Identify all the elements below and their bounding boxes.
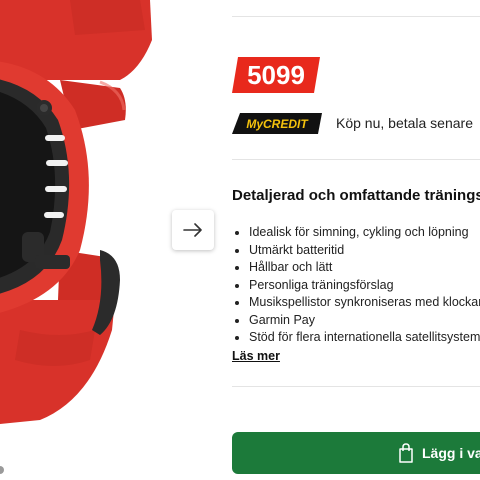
feature-item: Musikspellistor synkroniseras med klocka…	[232, 294, 480, 312]
feature-item: Idealisk för simning, cykling och löpnin…	[232, 224, 480, 242]
feature-list: Idealisk för simning, cykling och löpnin…	[232, 224, 480, 347]
mycredit-logo: MyCREDIT	[232, 113, 322, 134]
mycredit-logo-text: MyCREDIT	[246, 116, 308, 131]
add-to-cart-label: Lägg i va	[422, 445, 480, 461]
shopping-bag-icon	[398, 443, 414, 463]
add-to-cart-button[interactable]: Lägg i va	[232, 432, 480, 474]
feature-item: Personliga träningsförslag	[232, 277, 480, 295]
divider	[232, 16, 480, 17]
divider	[232, 159, 480, 160]
smartwatch-illustration	[0, 0, 152, 424]
price-value: 5099	[247, 59, 305, 90]
feature-item: Utmärkt batteritid	[232, 242, 480, 260]
read-more-link[interactable]: Läs mer	[232, 349, 280, 363]
details-heading: Detaljerad och omfattande träningss	[232, 187, 480, 204]
feature-item: Garmin Pay	[232, 312, 480, 330]
product-image	[0, 0, 200, 430]
divider	[232, 386, 480, 387]
price-badge: 5099	[232, 57, 320, 93]
feature-item: Hållbar och lätt	[232, 259, 480, 277]
next-image-button[interactable]	[172, 210, 214, 250]
financing-tagline: Köp nu, betala senare	[336, 115, 473, 131]
arrow-right-icon	[183, 223, 202, 237]
feature-item: Stöd för flera internationella satellits…	[232, 329, 480, 347]
gallery-indicator-dot[interactable]	[0, 466, 4, 474]
